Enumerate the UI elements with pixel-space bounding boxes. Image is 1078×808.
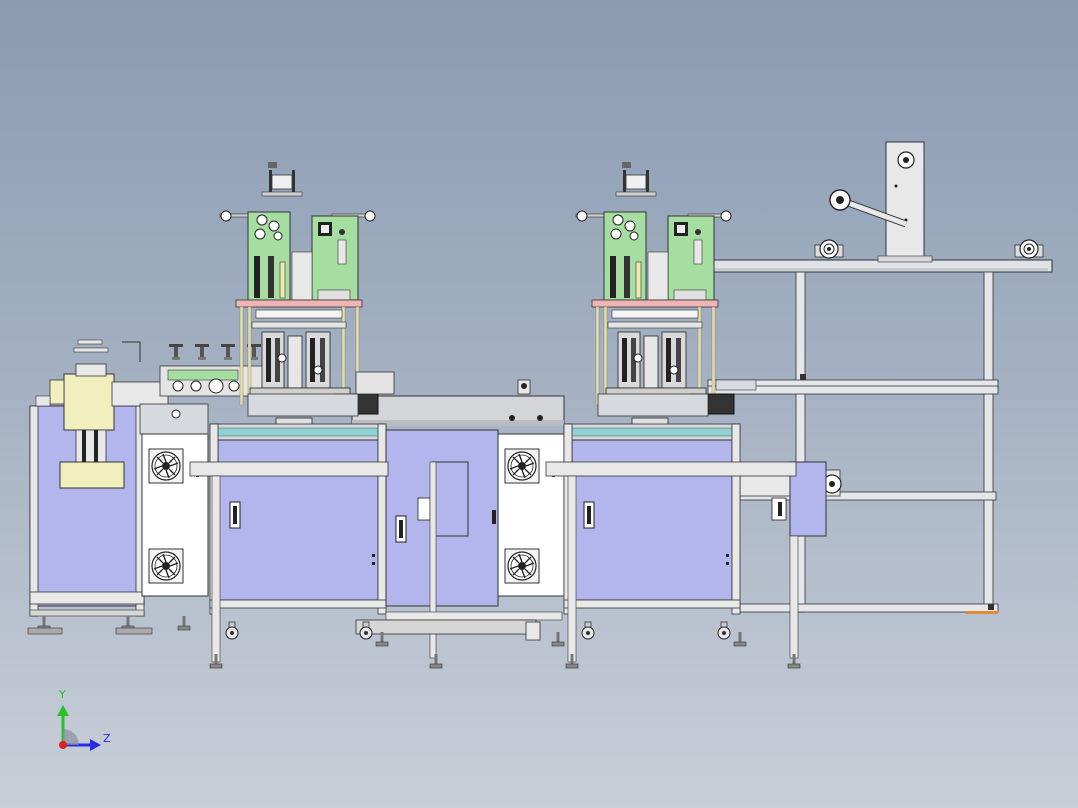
- base-cabinet-left: [142, 423, 387, 615]
- base-cabinet-right: [498, 423, 827, 659]
- forming-station-right: [575, 161, 735, 459]
- cad-viewport[interactable]: Y Z: [0, 0, 1078, 808]
- axis-triad: [57, 705, 101, 751]
- forming-station-left: [219, 161, 395, 459]
- machine-assembly-drawing: [27, 141, 1053, 751]
- axis-y-label: Y: [59, 688, 66, 701]
- right-support-frame: [707, 141, 1053, 614]
- axis-z-label: Z: [103, 732, 111, 745]
